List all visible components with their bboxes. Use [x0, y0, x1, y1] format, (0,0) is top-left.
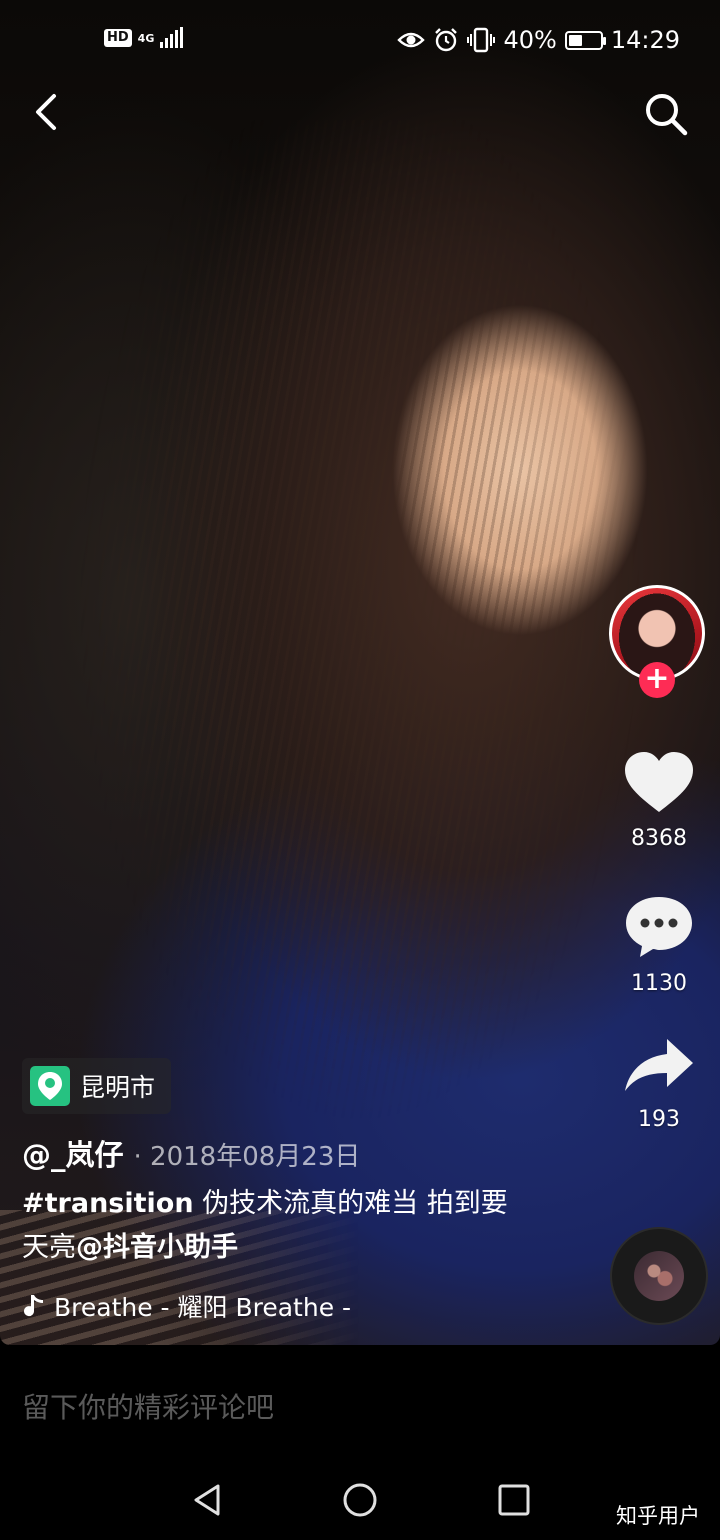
author-name[interactable]: @_岚仔: [22, 1132, 124, 1174]
share-count: 193: [638, 1107, 680, 1132]
chevron-left-icon: [36, 94, 56, 130]
eye-icon: [397, 32, 426, 48]
caption-mention[interactable]: @抖音小助手: [76, 1232, 238, 1263]
author-line: @_岚仔 · 2018年08月23日: [22, 1132, 360, 1174]
music-note-icon: [24, 1295, 43, 1317]
system-nav-bar: 知乎用户: [0, 1460, 720, 1540]
location-chip[interactable]: 昆明市: [22, 1058, 172, 1114]
caption-hashtag[interactable]: #transition: [22, 1188, 194, 1219]
network-type: 4G: [137, 31, 155, 45]
like-button[interactable]: 8368: [609, 750, 709, 851]
clock: 14:29: [610, 26, 680, 54]
battery-icon: [564, 30, 606, 50]
watermark: 知乎用户: [616, 1504, 700, 1528]
location-label: 昆明市: [80, 1073, 156, 1102]
music-disc[interactable]: [610, 1227, 708, 1325]
status-bar: HD 4G 40% 14:29: [0, 0, 720, 84]
search-button[interactable]: [642, 90, 690, 138]
share-icon: [625, 1039, 693, 1091]
comment-bar[interactable]: 留下你的精彩评论吧: [0, 1350, 720, 1460]
map-pin-icon: [30, 1066, 70, 1106]
alarm-icon: [435, 28, 458, 52]
search-icon: [646, 94, 688, 136]
comment-input[interactable]: 留下你的精彩评论吧: [22, 1386, 274, 1426]
back-button[interactable]: [26, 90, 70, 134]
status-right: 40% 14:29: [397, 26, 680, 54]
heart-icon: [625, 752, 693, 812]
comment-icon: [626, 897, 692, 957]
video-screen: HD 4G 40% 14:29 + 8368 1130 193 昆明市 @_岚仔…: [0, 0, 720, 1540]
comment-button[interactable]: 1130: [609, 893, 709, 996]
follow-button[interactable]: +: [639, 662, 675, 698]
caption-text: 伪技术流真的难当 拍到要: [193, 1188, 508, 1219]
music-line[interactable]: Breathe - 耀阳 Breathe -: [22, 1288, 402, 1324]
music-cover: [634, 1251, 684, 1301]
battery-percent: 40%: [503, 26, 557, 54]
signal-icon: [160, 27, 184, 48]
post-date: · 2018年08月23日: [133, 1142, 361, 1172]
status-left: HD 4G: [104, 27, 184, 48]
vibrate-icon: [467, 27, 496, 53]
caption-text-line2: 天亮: [22, 1232, 76, 1263]
like-count: 8368: [631, 826, 687, 851]
nav-back-icon[interactable]: [188, 1480, 228, 1520]
music-title: Breathe - 耀阳 Breathe -: [54, 1293, 352, 1322]
comment-count: 1130: [631, 971, 687, 996]
nav-recent-icon[interactable]: [494, 1480, 534, 1520]
author-avatar-container[interactable]: +: [609, 585, 705, 698]
share-button[interactable]: 193: [609, 1035, 709, 1132]
hd-badge: HD: [104, 29, 132, 47]
nav-home-icon[interactable]: [340, 1480, 380, 1520]
caption: #transition 伪技术流真的难当 拍到要 天亮@抖音小助手: [22, 1182, 562, 1270]
